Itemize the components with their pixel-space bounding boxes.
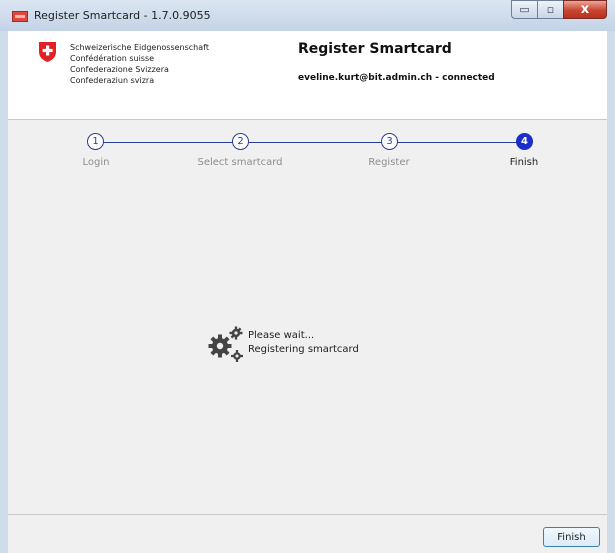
step-label-register: Register <box>368 157 410 168</box>
please-wait-text: Please wait... <box>248 330 315 341</box>
window-title: Register Smartcard - 1.7.0.9055 <box>34 9 211 22</box>
close-button[interactable]: x <box>563 0 607 19</box>
step-label-finish: Finish <box>509 157 539 168</box>
wizard-stepper: 1 2 3 4 Login Select smartcard Register … <box>8 127 607 177</box>
footer-divider <box>8 514 607 515</box>
registering-status-text: Registering smartcard <box>248 344 359 355</box>
confederation-line-fr: Confédération suisse <box>70 54 155 63</box>
step-connector <box>398 142 525 143</box>
progress-indicator: Please wait... Registering smartcard <box>205 324 405 364</box>
step-connector <box>249 142 382 143</box>
smartcard-app-icon <box>12 11 28 22</box>
page-title: Register Smartcard <box>298 41 452 57</box>
gears-icon <box>208 326 243 362</box>
maximize-icon: ▫ <box>546 3 555 16</box>
step-connector <box>98 142 233 143</box>
title-bar[interactable]: Register Smartcard - 1.7.0.9055 ▭ ▫ x <box>0 0 615 31</box>
close-icon: x <box>580 2 590 17</box>
confederation-name: Schweizerische Eidgenossenschaft Confédé… <box>70 42 209 86</box>
maximize-button[interactable]: ▫ <box>537 0 563 19</box>
minimize-button[interactable]: ▭ <box>511 0 537 19</box>
app-window: Register Smartcard - 1.7.0.9055 ▭ ▫ x Sc… <box>0 0 615 553</box>
step-2-circle: 2 <box>232 133 249 150</box>
step-4-circle: 4 <box>516 133 533 150</box>
confederation-line-rm: Confederaziun svizra <box>70 76 155 85</box>
step-label-select-smartcard: Select smartcard <box>197 157 283 168</box>
header-banner: Schweizerische Eidgenossenschaft Confédé… <box>8 31 607 120</box>
window-controls: ▭ ▫ x <box>511 0 607 19</box>
connection-status: eveline.kurt@bit.admin.ch - connected <box>298 73 495 83</box>
step-label-login: Login <box>82 157 110 168</box>
step-1-circle: 1 <box>87 133 104 150</box>
client-area: Schweizerische Eidgenossenschaft Confédé… <box>8 31 607 553</box>
confederation-line-it: Confederazione Svizzera <box>70 65 169 74</box>
step-3-circle: 3 <box>381 133 398 150</box>
finish-button[interactable]: Finish <box>543 527 600 547</box>
swiss-shield-icon <box>39 42 56 62</box>
confederation-line-de: Schweizerische Eidgenossenschaft <box>70 43 209 52</box>
minimize-icon: ▭ <box>519 3 530 16</box>
